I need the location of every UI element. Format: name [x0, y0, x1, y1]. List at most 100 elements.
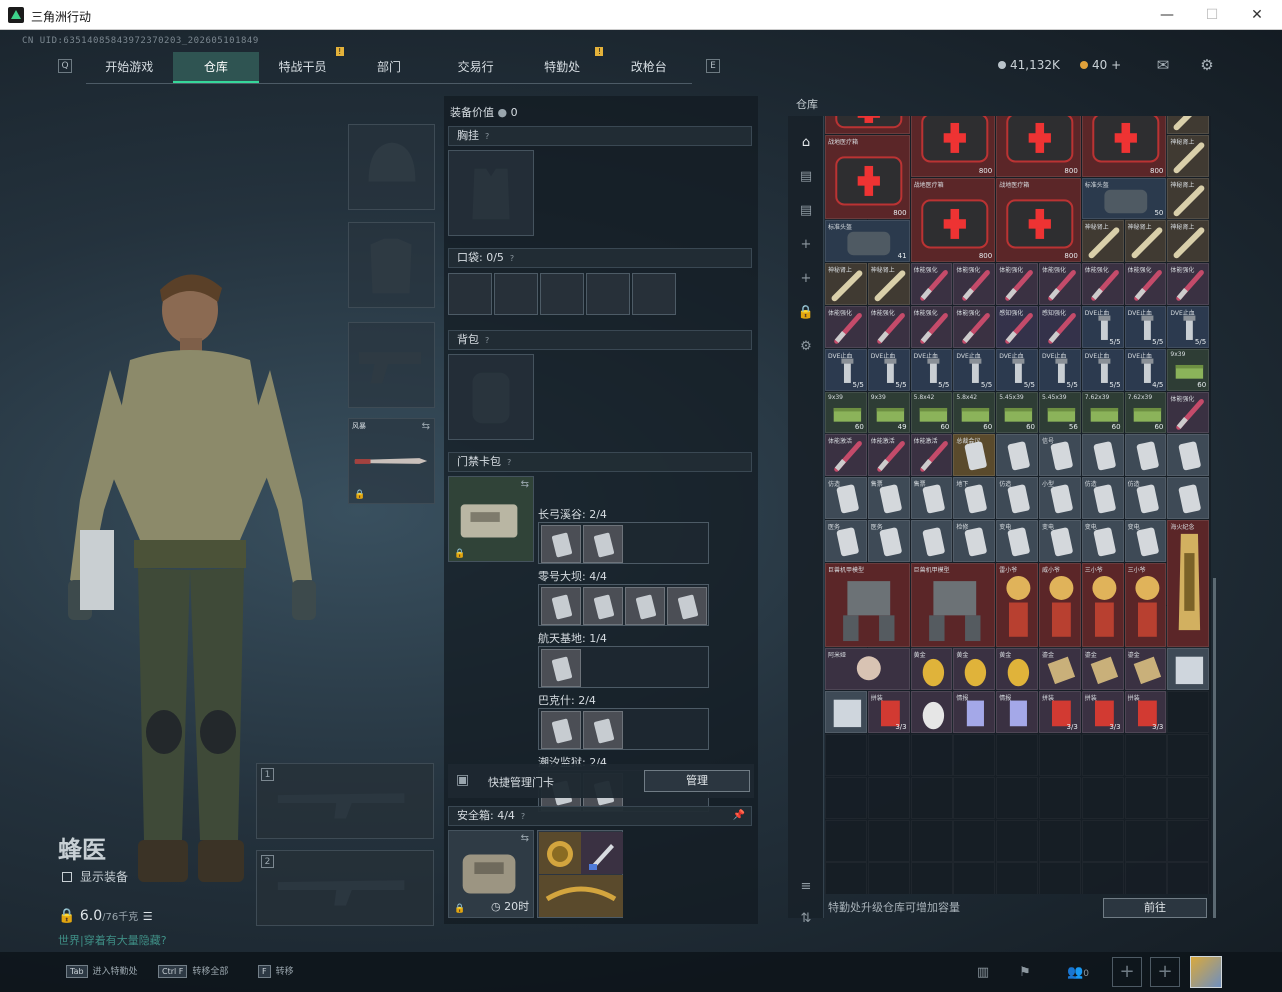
grid-cell[interactable] [1039, 734, 1081, 776]
warehouse-item[interactable]: 黄金 [910, 648, 953, 691]
goto-button[interactable]: 前往 [1103, 898, 1207, 918]
help-icon[interactable]: ? [507, 458, 511, 467]
keycard-item[interactable] [625, 587, 665, 625]
token-balance[interactable]: 40 + [1080, 58, 1121, 72]
warehouse-item[interactable]: 7.62x39 60 [1081, 391, 1124, 434]
warehouse-item[interactable]: 体能强化 [1039, 263, 1081, 305]
warehouse-item[interactable]: 拼装 3/3 [867, 691, 910, 733]
locked-tab-icon[interactable]: 🔒 [795, 302, 817, 324]
nav-prev-key-icon[interactable]: Q [58, 59, 72, 73]
help-icon[interactable]: ? [485, 336, 489, 345]
warehouse-item[interactable]: 阿米娅 [825, 648, 910, 691]
settings-gear-icon[interactable]: ⚙ [1198, 56, 1216, 74]
warehouse-item[interactable]: DVE止血 4/5 [1124, 348, 1167, 391]
warehouse-item[interactable]: 9x39 49 [867, 391, 910, 434]
warehouse-item[interactable]: DVE止血 5/5 [1039, 348, 1081, 391]
warehouse-item[interactable]: 感知强化 [996, 306, 1038, 348]
warehouse-item[interactable]: DVE止血 5/5 [996, 348, 1038, 391]
warehouse-item[interactable]: 体能强化 [1167, 263, 1210, 305]
grid-cell[interactable] [825, 862, 867, 894]
warehouse-item[interactable]: DVE止血 5/5 [910, 348, 953, 391]
help-icon[interactable]: ? [521, 812, 525, 821]
nav-tab[interactable]: 特战干员! [259, 47, 346, 83]
player-avatar[interactable] [1190, 956, 1222, 988]
grid-cell[interactable] [1167, 862, 1210, 894]
keycard-item[interactable] [541, 587, 581, 625]
primary-weapon-slot-1[interactable]: 1 [256, 763, 434, 839]
swap-icon[interactable]: ⇆ [521, 479, 529, 490]
knife-slot[interactable]: 风暴 ⇆ 🔒 [348, 418, 435, 504]
warehouse-item[interactable]: 威小爷 [1039, 562, 1081, 648]
warehouse-item[interactable]: 小型 [1039, 477, 1081, 519]
warehouse-item[interactable]: 战地医疗箱 800 [825, 134, 910, 220]
coin-balance[interactable]: 41,132K [998, 58, 1060, 72]
add-tab-icon[interactable]: + [795, 234, 817, 256]
hint-transfer-all[interactable]: Ctrl F 转移全部 [158, 964, 228, 978]
keycard-item[interactable] [667, 587, 707, 625]
keycard-item[interactable] [541, 711, 581, 749]
warehouse-item[interactable]: 总裁会议 [953, 434, 996, 477]
helmet-slot[interactable] [348, 124, 435, 210]
grid-cell[interactable] [867, 734, 910, 776]
safebox-item[interactable] [539, 832, 581, 874]
nav-next-key-icon[interactable]: E [706, 59, 720, 73]
keycard-map-slots[interactable] [538, 584, 709, 626]
warehouse-item[interactable]: 仿造 [1081, 477, 1124, 519]
warehouse-item[interactable]: 体能激活 [910, 434, 953, 477]
warehouse-item[interactable]: 售票 [867, 477, 910, 519]
warehouse-item[interactable] [910, 520, 953, 562]
warehouse-item[interactable]: 神秘肾上 [825, 263, 867, 305]
mail-icon[interactable]: ✉ [1154, 56, 1172, 74]
nav-tab[interactable]: 交易行 [432, 52, 519, 83]
safebox-item[interactable] [539, 875, 623, 917]
pocket-slot[interactable] [494, 273, 538, 315]
warehouse-item[interactable]: 体能强化 [1167, 391, 1210, 434]
pin-icon[interactable]: 📌 [733, 807, 745, 825]
warehouse-item[interactable]: 5.45x39 56 [1039, 391, 1081, 434]
warehouse-item[interactable]: 神秘肾上 [1081, 220, 1124, 263]
warehouse-item[interactable]: 体能强化 [1124, 263, 1167, 305]
warehouse-item[interactable]: 神秘肾上 [1124, 220, 1167, 263]
grid-cell[interactable] [953, 862, 996, 894]
grid-cell[interactable] [1167, 776, 1210, 819]
grid-cell[interactable] [867, 862, 910, 894]
warehouse-item[interactable]: 黄金 [996, 648, 1038, 691]
warehouse-item[interactable]: 体能强化 [910, 263, 953, 305]
safebox-item[interactable] [581, 832, 623, 874]
warehouse-item[interactable]: 三小爷 [1081, 562, 1124, 648]
warehouse-item[interactable] [1081, 434, 1124, 477]
grid-cell[interactable] [953, 819, 996, 862]
grid-cell[interactable] [910, 776, 953, 819]
warehouse-item[interactable]: 仿造 [996, 477, 1038, 519]
hint-tab[interactable]: Tab 进入特勤处 [66, 964, 138, 978]
invite-slot-1[interactable]: + [1112, 957, 1142, 987]
hint-transfer[interactable]: F 转移 [258, 964, 294, 978]
grid-cell[interactable] [825, 776, 867, 819]
nav-tab[interactable]: 改枪台 [605, 52, 692, 83]
nav-tab[interactable]: 部门 [346, 52, 433, 83]
stats-chart-icon[interactable]: ▥ [970, 960, 996, 986]
pocket-slot[interactable] [632, 273, 676, 315]
pocket-slot[interactable] [586, 273, 630, 315]
warehouse-item[interactable]: 雷小爷 [996, 562, 1038, 648]
minimize-button[interactable]: — [1144, 2, 1190, 28]
warehouse-item[interactable] [910, 691, 953, 733]
warehouse-item[interactable]: 变电 [996, 520, 1038, 562]
warehouse-item[interactable]: 神秘肾上 [1167, 177, 1210, 220]
grid-cell[interactable] [996, 734, 1039, 776]
keycard-item[interactable] [541, 525, 581, 563]
grid-cell[interactable] [996, 819, 1039, 862]
warehouse-item[interactable]: 拼装 3/3 [1039, 691, 1081, 733]
warehouse-item[interactable]: 情报 [996, 691, 1038, 733]
grid-cell[interactable] [825, 734, 867, 776]
grid-cell[interactable] [1124, 862, 1167, 894]
warehouse-item[interactable]: 信号 [1039, 434, 1081, 477]
warehouse-item[interactable]: 9x39 60 [1167, 348, 1210, 391]
backpack-slot[interactable] [448, 354, 534, 440]
keycard-case-slot[interactable]: ⇆ 🔒 [448, 476, 534, 562]
show-gear-toggle[interactable]: 显示装备 [62, 868, 128, 885]
warehouse-item[interactable]: 体能强化 [996, 263, 1038, 305]
warehouse-item[interactable]: 变电 [1039, 520, 1081, 562]
warehouse-item[interactable]: 仿造 [825, 477, 867, 519]
primary-weapon-slot-2[interactable]: 2 [256, 850, 434, 926]
